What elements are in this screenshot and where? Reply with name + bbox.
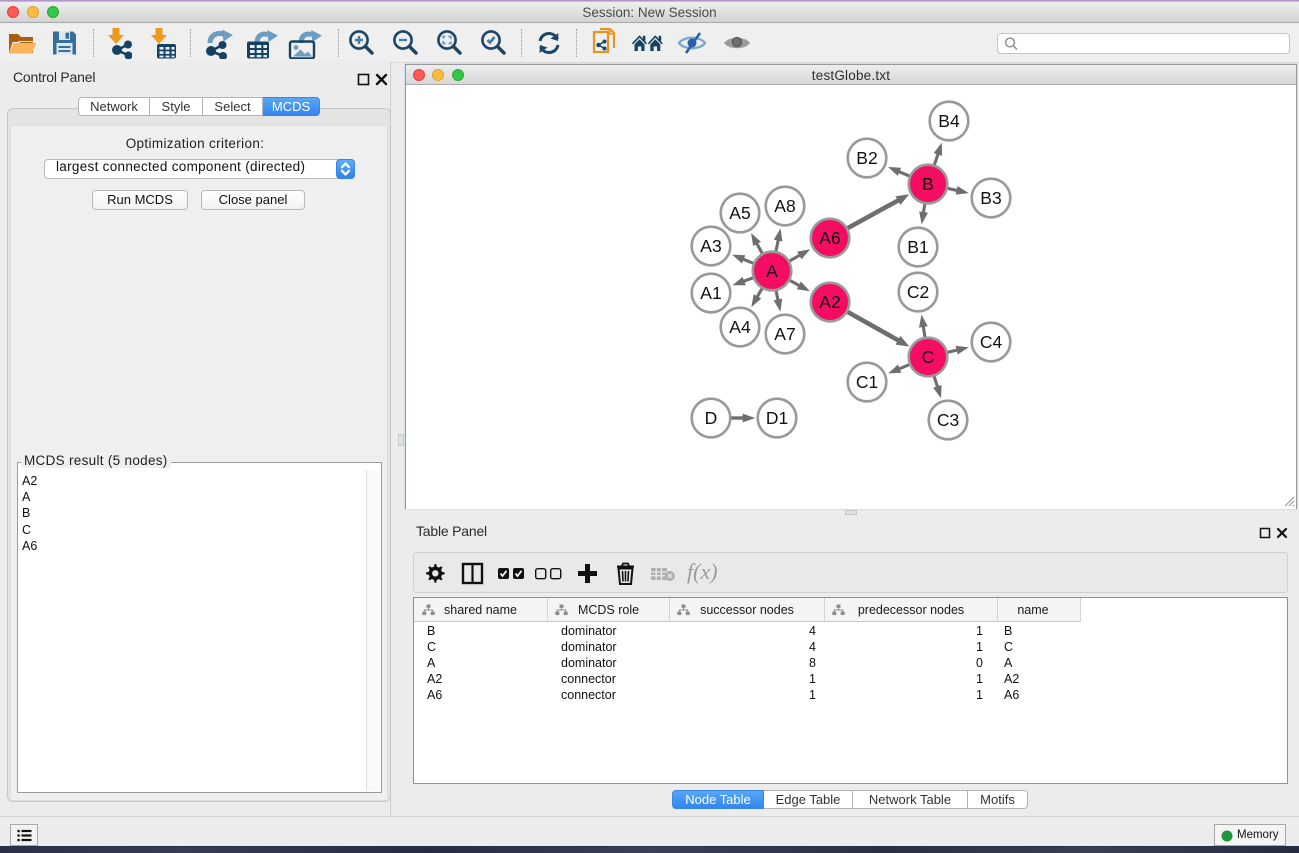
svg-text:D1: D1 [766,408,788,428]
svg-text:B: B [922,174,934,194]
svg-text:B4: B4 [938,111,960,131]
svg-text:B3: B3 [980,188,1001,208]
svg-text:A8: A8 [774,196,795,216]
svg-text:A2: A2 [819,292,840,312]
svg-text:C1: C1 [856,372,878,392]
svg-text:A4: A4 [729,317,751,337]
svg-text:C: C [922,347,935,367]
svg-text:B1: B1 [907,237,928,257]
svg-text:A1: A1 [700,283,721,303]
svg-text:B2: B2 [856,148,877,168]
svg-text:C4: C4 [980,332,1003,352]
svg-text:A6: A6 [819,228,840,248]
svg-text:C2: C2 [907,282,929,302]
svg-text:A: A [766,261,778,281]
svg-text:C3: C3 [937,410,959,430]
svg-text:A5: A5 [729,203,750,223]
svg-text:A7: A7 [774,324,795,344]
svg-text:D: D [705,408,718,428]
svg-text:A3: A3 [700,236,721,256]
